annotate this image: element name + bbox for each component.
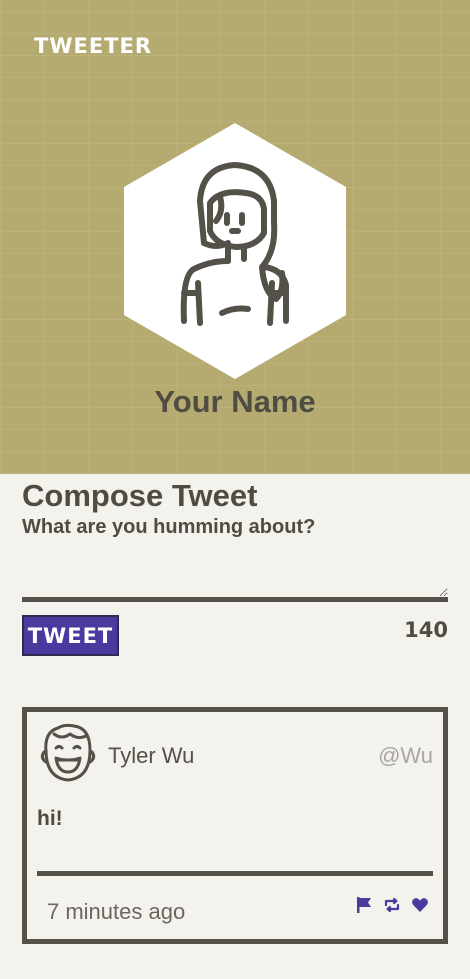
retweet-icon[interactable] (383, 896, 401, 914)
compose-title: Compose Tweet (22, 478, 258, 513)
tweet-timestamp: 7 minutes ago (47, 899, 186, 924)
tweet-divider (37, 871, 433, 876)
character-counter: 140 (404, 618, 448, 642)
tweet-author: Tyler Wu (108, 743, 195, 768)
tweet-handle[interactable]: @Wu (378, 743, 433, 769)
profile-name: Your Name (154, 384, 316, 419)
laughing-man-avatar-icon (40, 723, 96, 782)
woman-avatar-icon (124, 123, 346, 379)
heart-icon[interactable] (411, 896, 429, 914)
brand-logo[interactable]: TWEETER (34, 34, 152, 58)
compose-input[interactable] (22, 516, 448, 602)
tweet-card: Tyler Wu @Wu hi! 7 minutes ago (22, 707, 448, 944)
tweet-actions (355, 896, 429, 914)
tweet-button[interactable]: TWEET (22, 615, 119, 656)
tweet-content: hi! (37, 807, 63, 830)
flag-icon[interactable] (355, 896, 373, 914)
profile-header: TWEETER Your Name (0, 0, 470, 474)
